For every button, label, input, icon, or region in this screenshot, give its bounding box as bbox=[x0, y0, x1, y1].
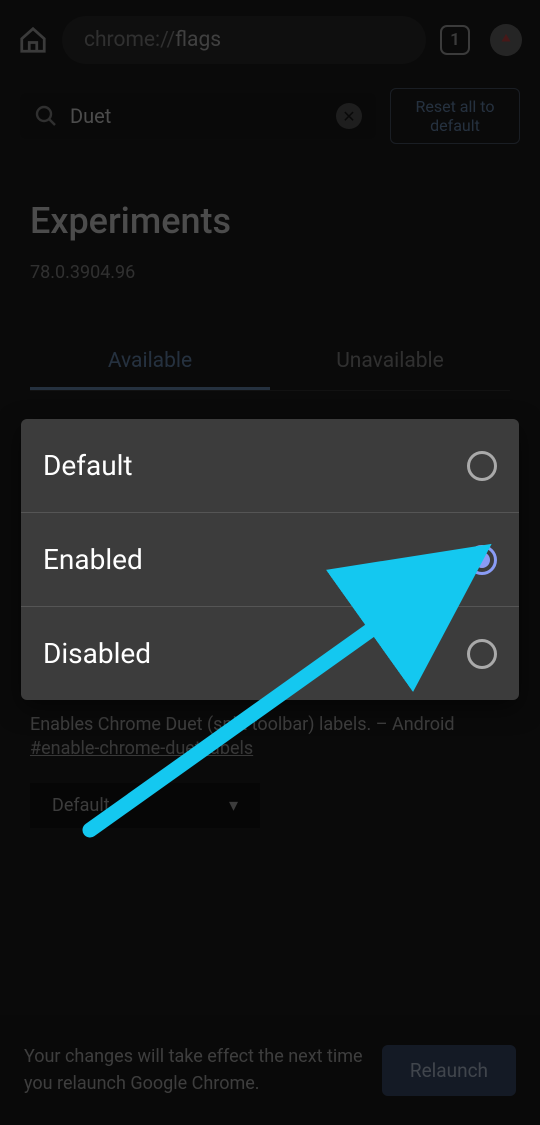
select-popup: Default Enabled Disabled bbox=[21, 419, 519, 700]
tab-unavailable[interactable]: Unavailable bbox=[270, 335, 510, 390]
relaunch-button[interactable]: Relaunch bbox=[382, 1045, 516, 1096]
tab-count: 1 bbox=[450, 30, 460, 50]
browser-toolbar: chrome://flags 1 bbox=[0, 0, 540, 80]
popup-option-default[interactable]: Default bbox=[21, 419, 519, 513]
radio-icon bbox=[467, 451, 497, 481]
tab-available[interactable]: Available bbox=[30, 335, 270, 390]
radio-icon bbox=[467, 639, 497, 669]
url-prefix: chrome:// bbox=[84, 28, 175, 52]
relaunch-bar: Your changes will take effect the next t… bbox=[0, 1015, 540, 1125]
popup-option-disabled[interactable]: Disabled bbox=[21, 607, 519, 700]
tabs: Available Unavailable bbox=[30, 335, 510, 391]
relaunch-text: Your changes will take effect the next t… bbox=[24, 1043, 364, 1097]
tab-switcher-button[interactable]: 1 bbox=[440, 25, 470, 55]
search-icon bbox=[34, 104, 58, 128]
reset-all-button[interactable]: Reset all to default bbox=[390, 88, 520, 144]
menu-icon[interactable] bbox=[490, 24, 522, 56]
page-title: Experiments bbox=[0, 152, 540, 262]
clear-search-icon[interactable]: ✕ bbox=[336, 103, 362, 129]
search-input[interactable] bbox=[70, 104, 324, 128]
popup-option-enabled[interactable]: Enabled bbox=[21, 513, 519, 607]
flag-select-dropdown[interactable]: Default ▾ bbox=[30, 783, 260, 828]
chevron-down-icon: ▾ bbox=[229, 795, 238, 816]
flag-hash[interactable]: #enable-chrome-duet-labels bbox=[30, 738, 510, 759]
omnibox[interactable]: chrome://flags bbox=[62, 16, 426, 64]
popup-option-label: Disabled bbox=[43, 637, 151, 670]
url-path: flags bbox=[175, 28, 221, 52]
flag-description: Enables Chrome Duet (split toolbar) labe… bbox=[30, 711, 510, 738]
popup-option-label: Default bbox=[43, 449, 133, 482]
flag-entry: Enables Chrome Duet (split toolbar) labe… bbox=[0, 711, 540, 828]
radio-selected-icon bbox=[467, 545, 497, 575]
version-text: 78.0.3904.96 bbox=[0, 262, 540, 283]
flag-select-value: Default bbox=[52, 795, 110, 816]
flags-search-box[interactable]: ✕ bbox=[20, 93, 376, 139]
home-icon[interactable] bbox=[18, 25, 48, 55]
popup-option-label: Enabled bbox=[43, 543, 143, 576]
